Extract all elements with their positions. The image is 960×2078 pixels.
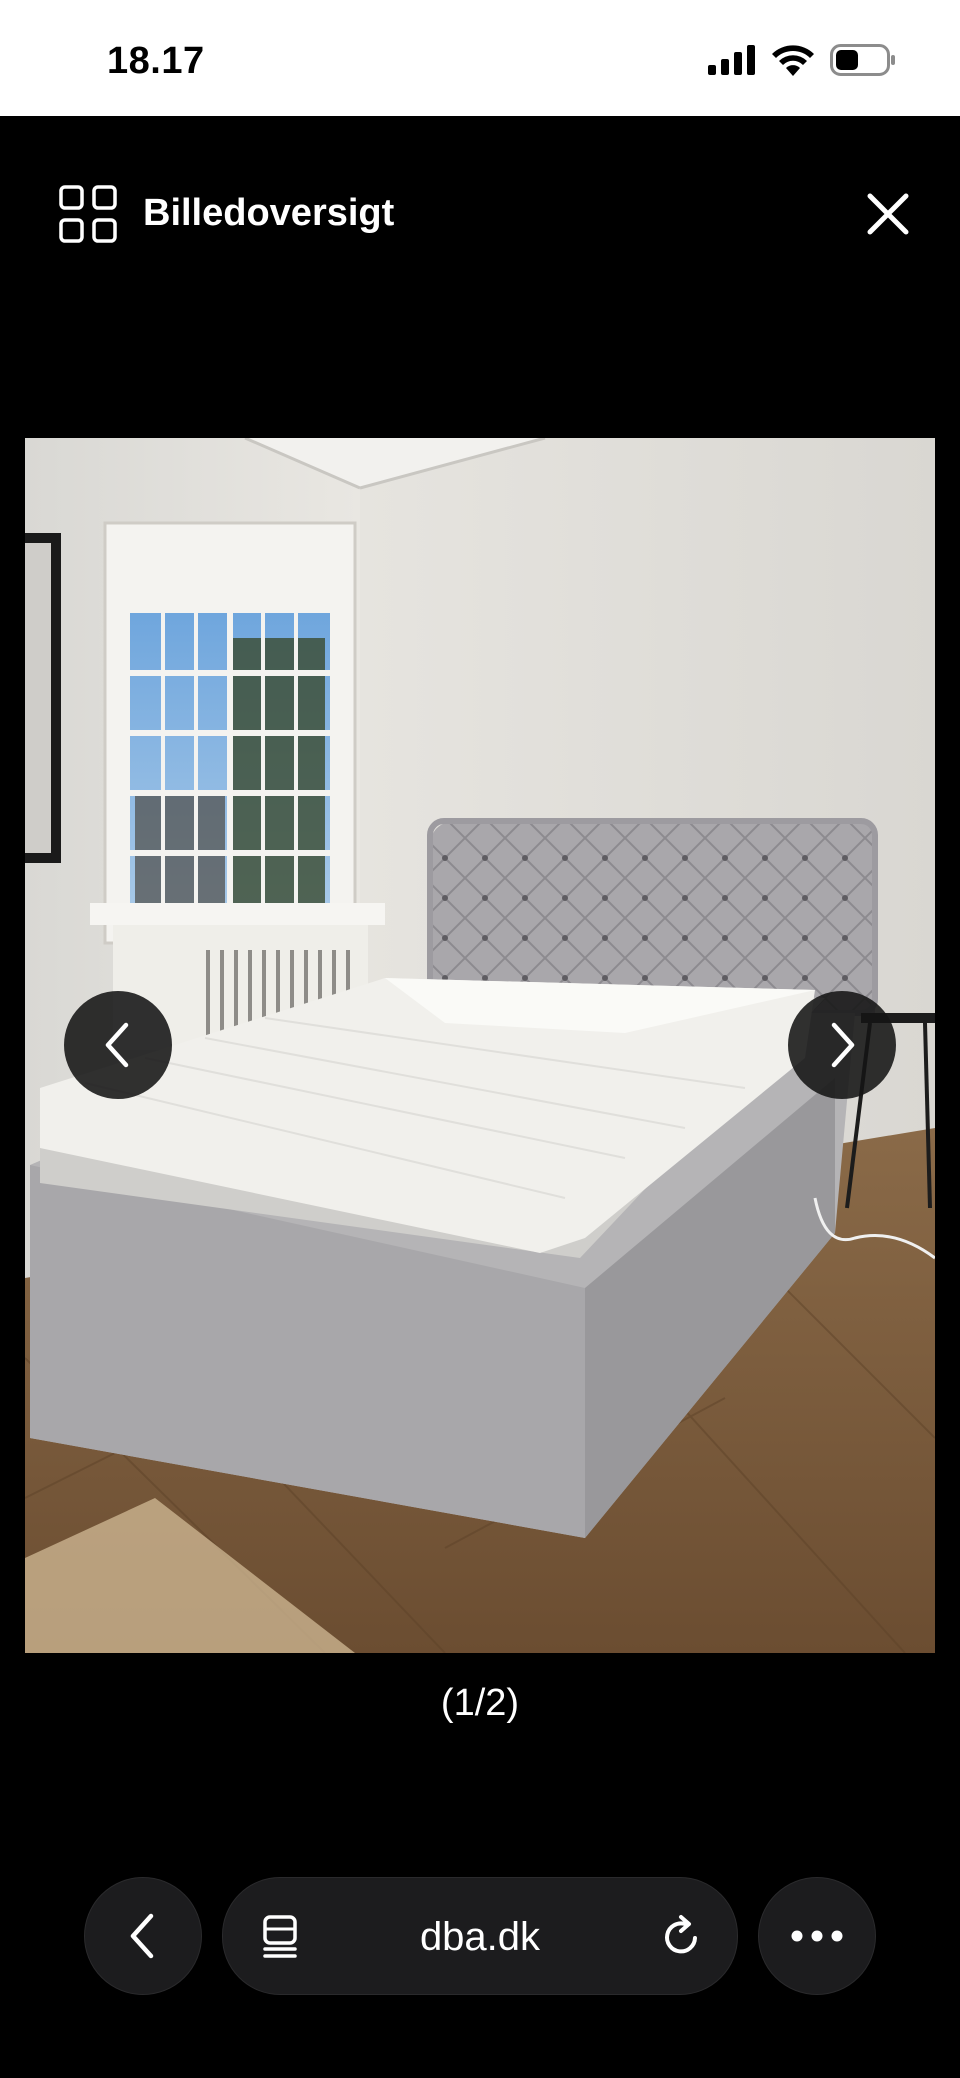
wifi-icon xyxy=(772,45,814,76)
reload-icon[interactable] xyxy=(661,1914,703,1958)
signal-icon xyxy=(708,45,755,75)
previous-image-button[interactable] xyxy=(64,991,172,1099)
more-icon xyxy=(791,1930,843,1942)
image-counter: (1/2) xyxy=(440,1682,520,1724)
page-title[interactable]: Billedoversigt xyxy=(143,192,394,235)
chevron-left-icon xyxy=(105,1022,129,1068)
more-options-button[interactable] xyxy=(758,1877,876,1995)
close-icon[interactable] xyxy=(864,190,912,238)
next-image-button[interactable] xyxy=(788,991,896,1099)
status-icons xyxy=(708,44,896,76)
address-bar-url[interactable]: dba.dk xyxy=(223,1915,737,1960)
address-bar[interactable]: dba.dk xyxy=(222,1877,738,1995)
grid-icon[interactable] xyxy=(58,184,118,244)
status-bar: 18.17 xyxy=(0,0,960,116)
status-time: 18.17 xyxy=(107,40,205,82)
viewer-header: Billedoversigt xyxy=(0,116,960,316)
browser-back-button[interactable] xyxy=(84,1877,202,1995)
browser-toolbar: dba.dk xyxy=(0,1870,960,2000)
chevron-left-icon xyxy=(130,1913,154,1959)
battery-icon xyxy=(830,44,895,76)
chevron-right-icon xyxy=(831,1022,855,1068)
